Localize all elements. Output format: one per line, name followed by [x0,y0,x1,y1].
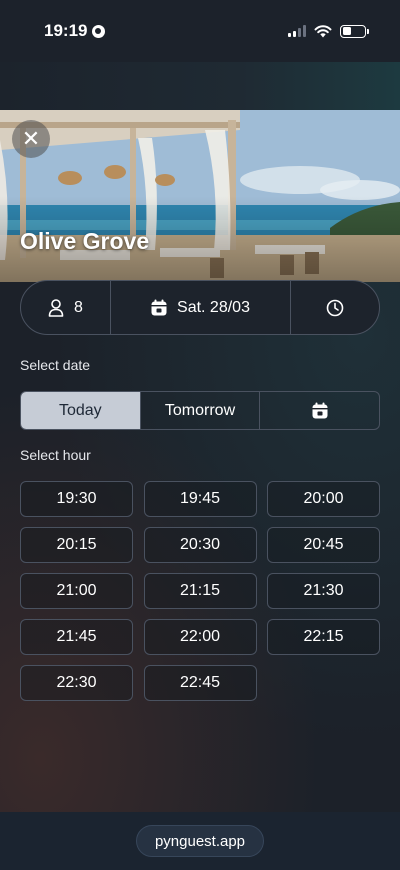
time-selector[interactable] [291,281,379,334]
hour-slot[interactable]: 22:45 [143,665,257,701]
hour-slot[interactable]: 20:00 [267,481,380,517]
status-bar: 19:19 [0,0,400,62]
status-time: 19:19 [44,21,88,40]
selected-date: Sat. 28/03 [177,298,250,316]
header-band [0,62,400,110]
footer: pynguest.app [0,812,400,870]
guests-count: 8 [74,298,83,316]
hour-slot[interactable]: 21:00 [20,573,133,609]
close-button[interactable]: ✕ [12,120,50,158]
date-selector[interactable]: Sat. 28/03 [111,281,291,334]
hour-slot[interactable]: 20:45 [267,527,380,563]
hour-slot[interactable]: 20:30 [143,527,257,563]
select-date-label: Select date [20,357,91,373]
hour-slot[interactable]: 22:00 [143,619,257,655]
guests-selector[interactable]: 8 [21,281,111,334]
globe-icon [92,24,106,38]
hour-slot[interactable]: 22:30 [20,665,133,701]
hour-slot[interactable]: 19:45 [143,481,257,517]
status-icons [288,24,369,38]
wifi-icon [314,24,332,37]
hour-slot[interactable]: 21:45 [20,619,133,655]
hour-slot[interactable]: 20:15 [20,527,133,563]
booking-summary-bar: 8 Sat. 28/03 [20,280,380,335]
footer-app-link[interactable]: pynguest.app [135,825,265,857]
close-icon: ✕ [21,126,41,152]
calendar-icon [151,299,167,316]
restaurant-name: Olive Grove [20,228,150,254]
status-time-group: 19:19 [44,21,106,41]
hour-slot[interactable]: 21:15 [143,573,257,609]
select-hour-label: Select hour [20,447,91,463]
hour-slot[interactable]: 21:30 [267,573,380,609]
hour-slot[interactable]: 22:15 [267,619,380,655]
clock-icon [326,299,344,316]
tab-today[interactable]: Today [21,392,141,429]
signal-icon [288,25,306,37]
date-tabs: Today Tomorrow [20,391,380,430]
calendar-icon [312,402,328,419]
tab-pick-date[interactable] [260,392,379,429]
hour-slot[interactable]: 19:30 [20,481,133,517]
person-icon [48,298,64,317]
restaurant-hero-image: ✕ Olive Grove [0,110,400,282]
hour-slots-grid: 19:30 19:45 20:00 20:15 20:30 20:45 21:0… [20,481,380,701]
battery-icon [340,24,369,38]
tab-tomorrow[interactable]: Tomorrow [141,392,261,429]
hero-shade [0,110,400,282]
